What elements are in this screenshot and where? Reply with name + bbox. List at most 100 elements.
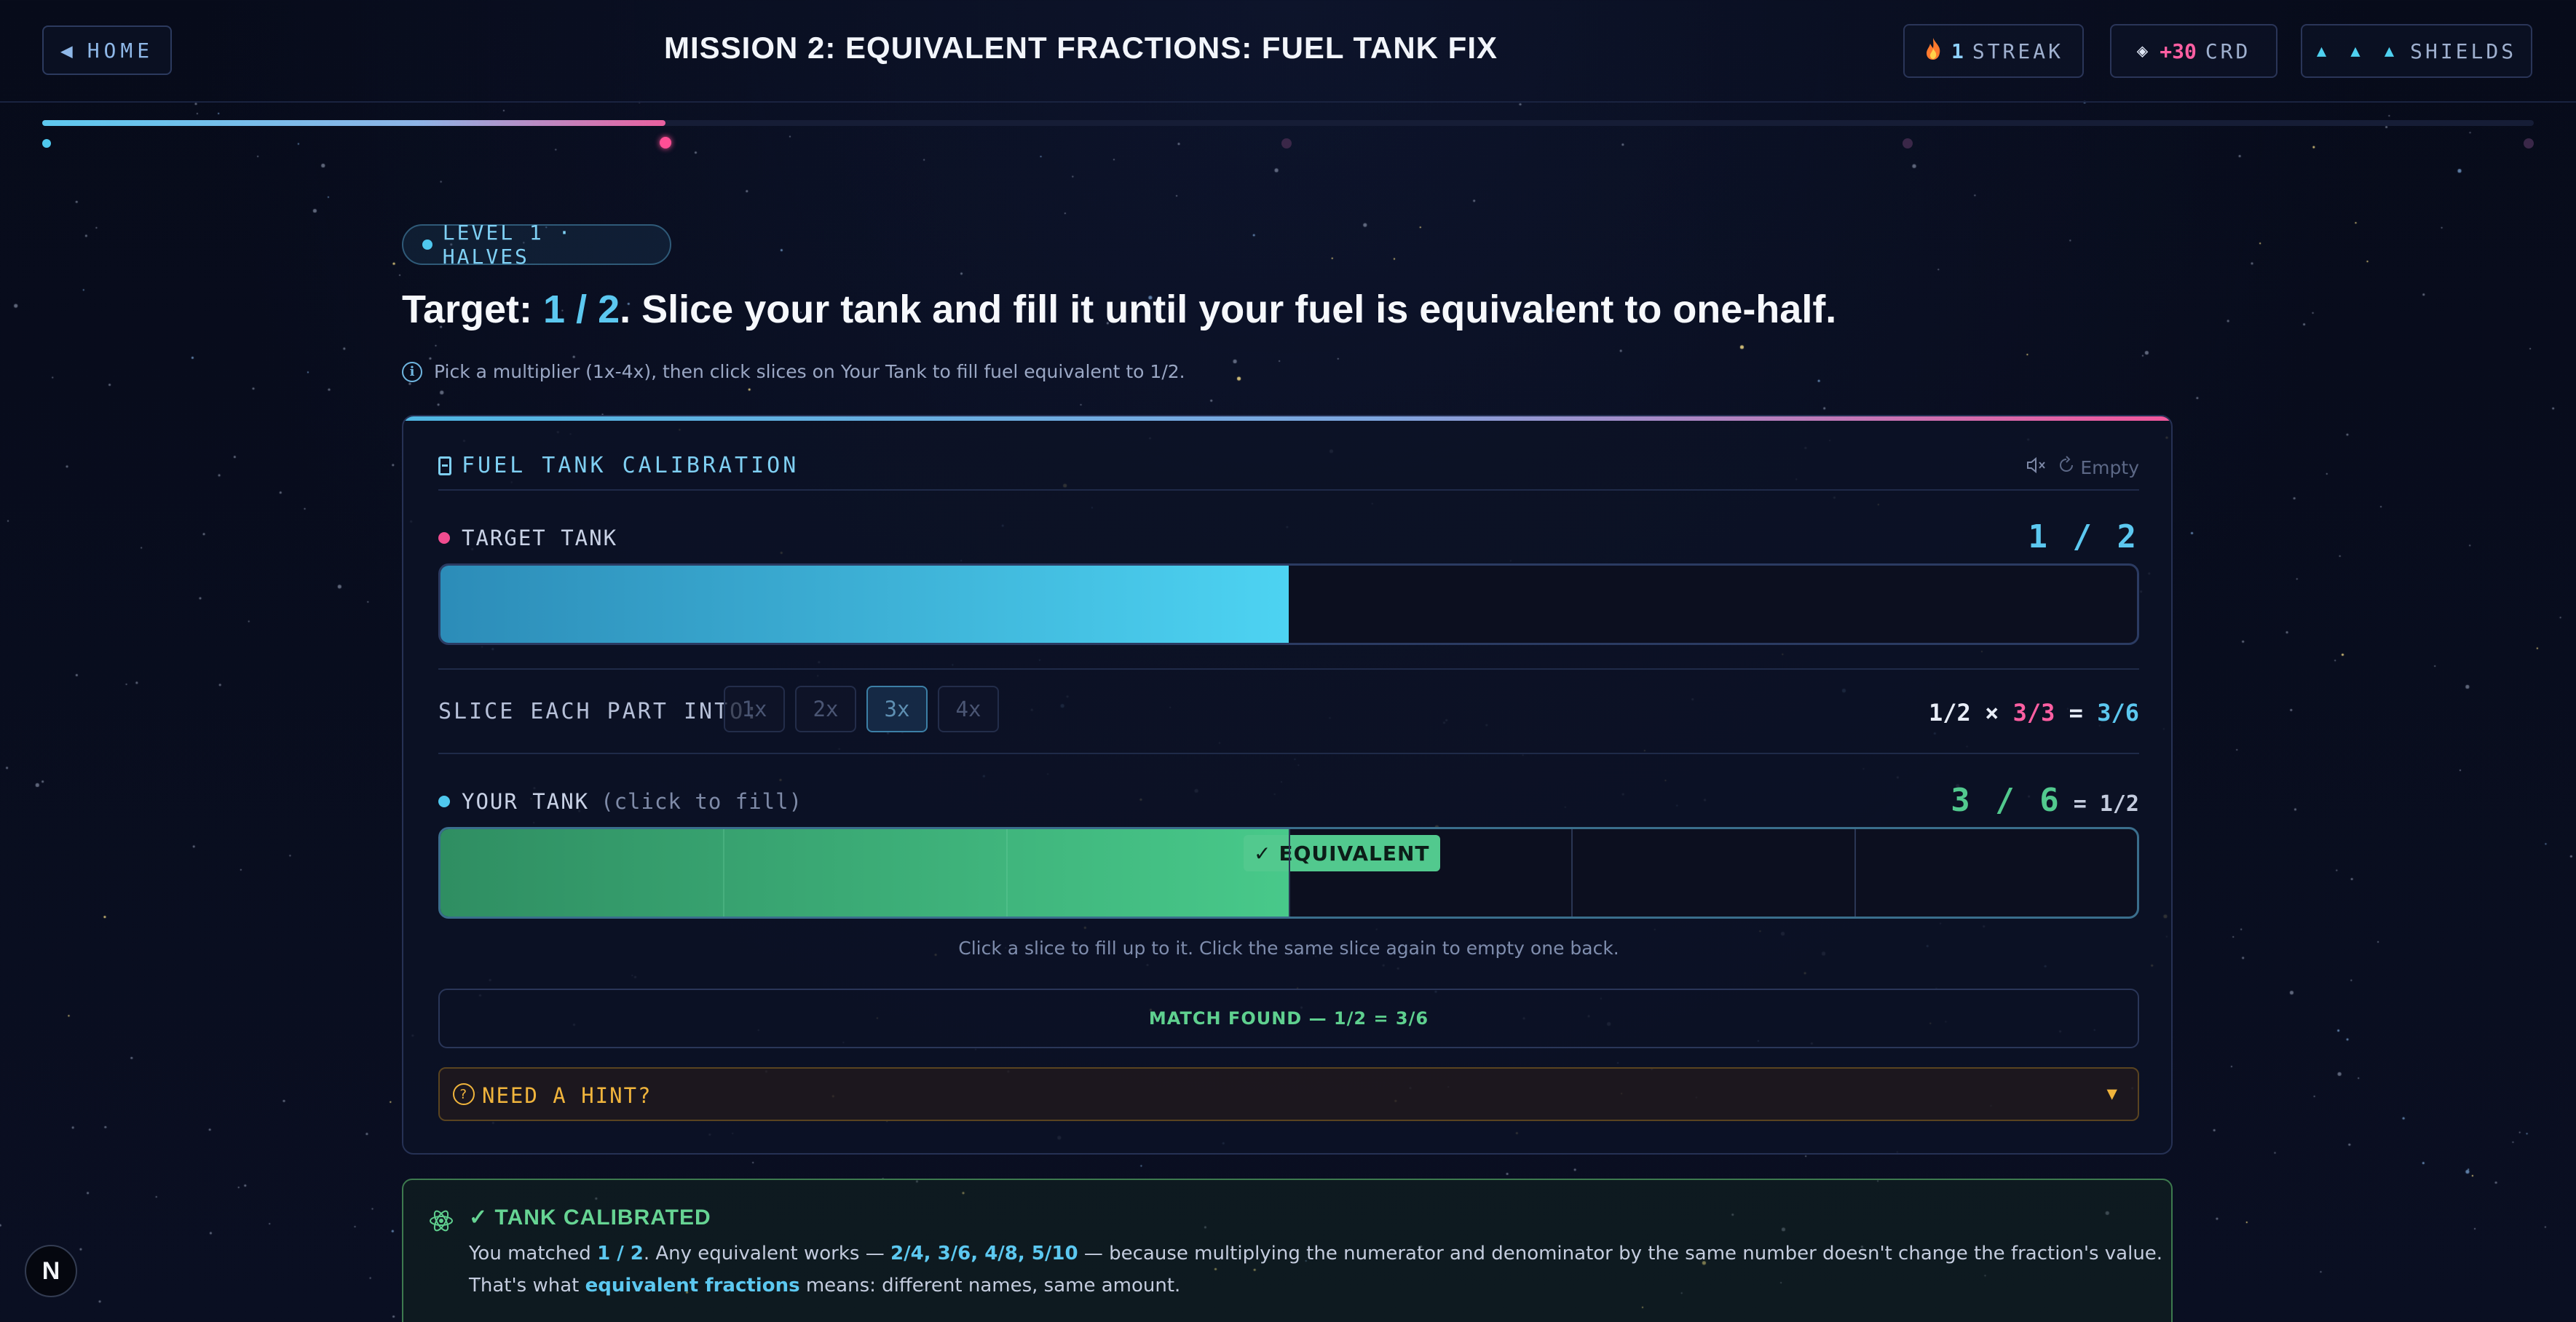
hint-label: NEED A HINT? — [482, 1083, 652, 1108]
card-tools: Empty — [2026, 456, 2139, 479]
multiplier-2x-button[interactable]: 2x — [795, 686, 856, 732]
level-badge-text: LEVEL 1 · HALVES — [442, 221, 573, 269]
reset-icon — [2057, 456, 2076, 479]
multiplier-equation: 1/2 × 3/3 = 3/6 — [1929, 699, 2139, 727]
your-tank: ✓ EQUIVALENT — [438, 827, 2139, 919]
multiplier-1x-button[interactable]: 1x — [724, 686, 785, 732]
result-text: means: different names, same amount. — [799, 1275, 1181, 1297]
your-tank-sub: (click to fill) — [601, 789, 803, 814]
streak-label: STREAK — [1972, 39, 2063, 63]
card-title-text: FUEL TANK CALIBRATION — [462, 453, 799, 478]
tank-slice-6[interactable] — [1854, 829, 2137, 917]
result-text: You matched — [469, 1243, 598, 1264]
check-icon: ✓ — [1254, 841, 1272, 866]
slice-label: SLICE EACH PART INTO: — [438, 699, 761, 724]
slice-divider — [1005, 829, 1008, 917]
your-tank-label: YOUR TANK (click to fill) — [438, 789, 802, 814]
multiplier-4x-button[interactable]: 4x — [938, 686, 999, 732]
mute-icon[interactable] — [2026, 456, 2047, 478]
equivalent-fractions-term[interactable]: equivalent fractions — [585, 1275, 800, 1297]
shields-counter: ▲ ▲ ▲ SHIELDS — [2301, 24, 2532, 78]
corner-logo-badge[interactable]: N — [25, 1245, 77, 1297]
info-icon: i — [402, 361, 422, 382]
shield-triangles-icon: ▲ ▲ ▲ — [2316, 41, 2402, 60]
target-instructions: . Slice your tank and fill it until your… — [620, 288, 1837, 331]
credits-value: +30 — [2160, 39, 2197, 63]
equivalent-badge-text: EQUIVALENT — [1279, 841, 1430, 866]
streak-value: 1 — [1951, 39, 1964, 63]
target-tank-header: TARGET TANK 1 / 2 — [438, 518, 2139, 555]
your-tank-label-text: YOUR TANK — [462, 789, 590, 814]
your-tank-dot-icon — [438, 796, 450, 807]
your-tank-equals: = 1/2 — [2073, 791, 2139, 817]
top-bar: ◀ HOME MISSION 2: EQUIVALENT FRACTIONS: … — [0, 0, 2576, 103]
empty-button[interactable]: Empty — [2057, 456, 2139, 479]
target-tank-fraction: 1 / 2 — [2028, 518, 2139, 555]
card-accent-line — [403, 416, 2171, 421]
mission-progress-fill — [42, 120, 665, 126]
flame-icon — [1924, 37, 1943, 66]
result-line-2: That's what equivalent fractions means: … — [469, 1275, 1180, 1297]
empty-label: Empty — [2080, 456, 2139, 478]
your-tank-fraction: 3 / 6 — [1951, 782, 2062, 819]
result-equivalents: 2/4, 3/6, 4/8, 5/10 — [890, 1243, 1078, 1264]
shields-label: SHIELDS — [2410, 39, 2517, 63]
back-arrow-icon: ◀ — [60, 38, 77, 63]
target-tank — [438, 563, 2139, 645]
level-badge: LEVEL 1 · HALVES — [402, 221, 671, 269]
check-icon: ✓ — [469, 1206, 489, 1230]
helper-text: Click a slice to fill up to it. Click th… — [958, 938, 1619, 959]
card-header: FUEL TANK CALIBRATION Empty — [438, 450, 2139, 491]
home-label: HOME — [87, 38, 154, 63]
credits-label: CRD — [2205, 39, 2251, 63]
slice-divider — [1854, 829, 1856, 917]
fuel-tank-card: FUEL TANK CALIBRATION Empty TARGET TANK … — [402, 415, 2173, 1155]
home-button[interactable]: ◀ HOME — [42, 25, 172, 75]
equivalent-badge: ✓ EQUIVALENT — [1244, 835, 1440, 871]
slice-multiplier-row: SLICE EACH PART INTO: 1x 2x 3x 4x 1/2 × … — [438, 686, 2139, 735]
tank-slice-5[interactable] — [1571, 829, 1854, 917]
slice-divider — [1571, 829, 1573, 917]
divider — [438, 668, 2139, 670]
mission-progress-bar — [42, 120, 2534, 126]
equation-result: 3/6 — [2097, 699, 2139, 727]
match-status: MATCH FOUND — 1/2 = 3/6 — [438, 989, 2139, 1048]
streak-counter: 1 STREAK — [1903, 24, 2084, 78]
result-card: ✓ TANK CALIBRATED You matched 1 / 2. Any… — [402, 1179, 2173, 1322]
target-tank-label-text: TARGET TANK — [462, 526, 618, 550]
progress-step-5 — [2524, 138, 2534, 149]
slice-divider — [723, 829, 725, 917]
target-heading: Target: 1 / 2. Slice your tank and fill … — [402, 287, 1836, 332]
hint-toggle[interactable]: ? NEED A HINT? ▼ — [438, 1067, 2139, 1121]
progress-step-3 — [1281, 138, 1292, 149]
result-fraction: 1 / 2 — [597, 1243, 644, 1264]
result-title: ✓ TANK CALIBRATED — [469, 1205, 711, 1230]
atom-icon — [428, 1208, 454, 1237]
target-fraction: 1 / 2 — [543, 288, 620, 331]
progress-step-2 — [660, 137, 671, 149]
fuel-icon — [438, 456, 451, 475]
target-tank-label: TARGET TANK — [438, 526, 617, 550]
credits-counter: ◈ +30 CRD — [2110, 24, 2277, 78]
multiplier-3x-button[interactable]: 3x — [866, 686, 928, 732]
match-status-text: MATCH FOUND — 1/2 = 3/6 — [1148, 1008, 1429, 1029]
divider — [438, 753, 2139, 754]
your-tank-fraction-display: 3 / 6 = 1/2 — [1951, 782, 2139, 819]
slice-divider — [1289, 829, 1290, 917]
chevron-down-icon: ▼ — [2106, 1083, 2119, 1104]
result-line-1: You matched 1 / 2. Any equivalent works … — [469, 1243, 2162, 1264]
info-line: i Pick a multiplier (1x-4x), then click … — [402, 361, 1185, 382]
target-tank-fill — [440, 566, 1289, 643]
equation-base: 1/2 × — [1929, 699, 1999, 727]
result-text: — because multiplying the numerator and … — [1078, 1243, 2163, 1264]
your-tank-fill — [440, 829, 1289, 917]
result-title-text: TANK CALIBRATED — [494, 1206, 711, 1230]
info-text: Pick a multiplier (1x-4x), then click sl… — [434, 361, 1185, 382]
equation-multiplier: 3/3 — [2012, 699, 2055, 727]
level-dot-icon — [422, 240, 432, 250]
target-prefix: Target: — [402, 288, 533, 331]
mission-title: MISSION 2: EQUIVALENT FRACTIONS: FUEL TA… — [664, 31, 1498, 65]
question-icon: ? — [453, 1083, 475, 1105]
result-text: . Any equivalent works — — [643, 1243, 890, 1264]
diamond-icon: ◈ — [2136, 40, 2152, 62]
